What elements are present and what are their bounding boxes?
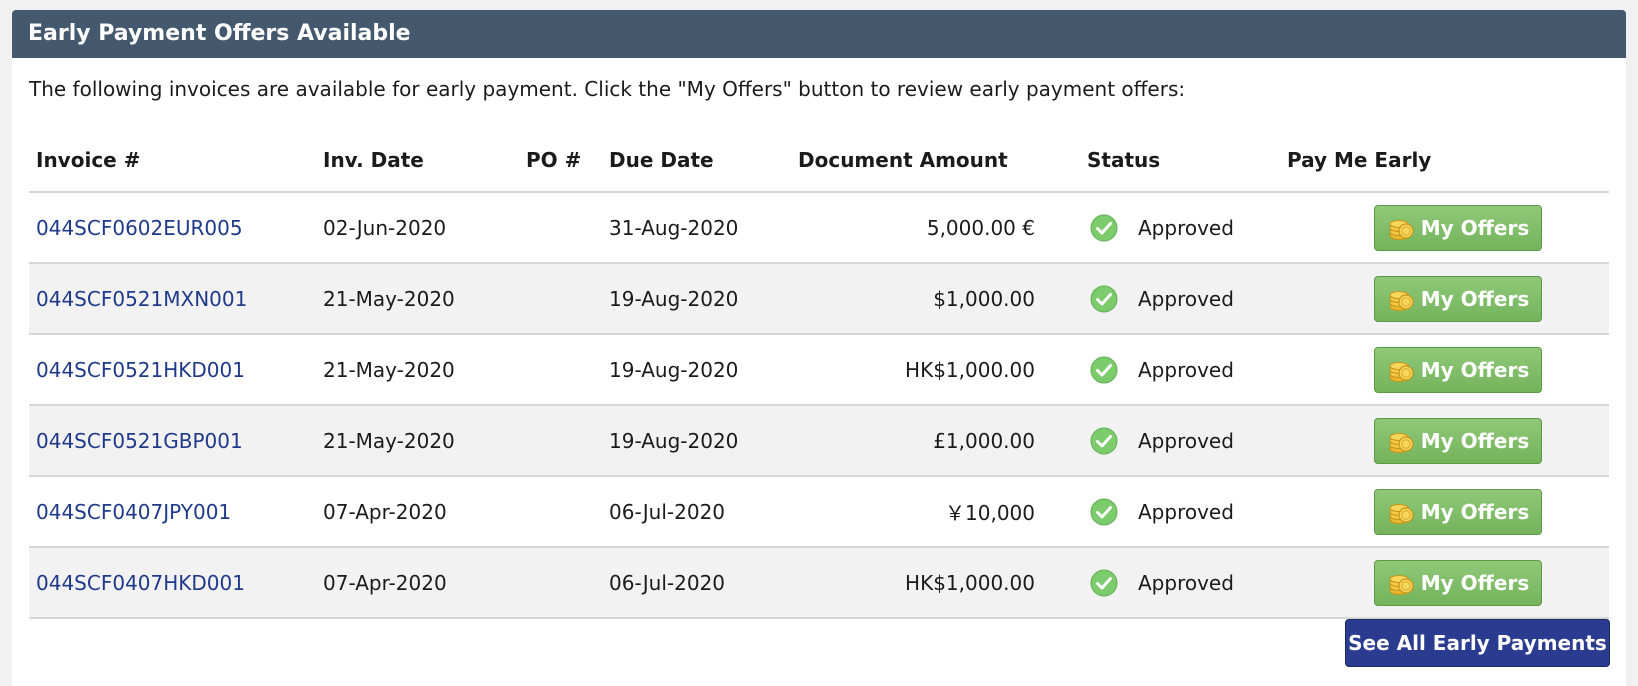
my-offers-label: My Offers	[1420, 428, 1530, 453]
po-cell	[526, 547, 609, 619]
invoice-link[interactable]: 044SCF0521GBP001	[36, 429, 243, 453]
col-header-due-date: Due Date	[609, 129, 798, 193]
see-all-early-payments-button[interactable]: See All Early Payments	[1345, 619, 1610, 667]
table-row: 044SCF0602EUR005 02-Jun-2020 31-Aug-2020…	[29, 192, 1609, 264]
early-payment-panel: Early Payment Offers Available The follo…	[12, 10, 1626, 686]
table-row: 044SCF0521HKD001 21-May-2020 19-Aug-2020…	[29, 334, 1609, 406]
intro-text: The following invoices are available for…	[29, 77, 1186, 101]
table-row: 044SCF0407HKD001 07-Apr-2020 06-Jul-2020…	[29, 547, 1609, 619]
status-label: Approved	[1138, 428, 1234, 453]
check-circle-icon	[1090, 427, 1118, 454]
invoice-link[interactable]: 044SCF0407HKD001	[36, 571, 245, 595]
amount-cell: 5,000.00 €	[798, 192, 1087, 264]
amount-cell: ￥10,000	[798, 476, 1087, 548]
due-date-cell: 19-Aug-2020	[609, 263, 798, 335]
inv-date-cell: 21-May-2020	[323, 334, 526, 406]
due-date-cell: 31-Aug-2020	[609, 192, 798, 264]
col-header-pay-early: Pay Me Early	[1287, 129, 1609, 193]
check-circle-icon	[1090, 214, 1118, 241]
invoice-link[interactable]: 044SCF0521HKD001	[36, 358, 245, 382]
col-header-status: Status	[1087, 129, 1287, 193]
inv-date-cell: 21-May-2020	[323, 263, 526, 335]
my-offers-label: My Offers	[1420, 286, 1530, 311]
amount-cell: $1,000.00	[798, 263, 1087, 335]
due-date-cell: 19-Aug-2020	[609, 405, 798, 477]
col-header-invoice: Invoice #	[29, 129, 323, 193]
table-header-row: Invoice # Inv. Date PO # Due Date Docume…	[29, 129, 1609, 193]
status-label: Approved	[1138, 570, 1234, 595]
my-offers-button[interactable]: My Offers	[1374, 559, 1542, 606]
coins-icon	[1389, 503, 1414, 524]
coins-icon	[1389, 219, 1414, 240]
status-cell: Approved	[1087, 405, 1287, 477]
coins-icon	[1389, 432, 1414, 453]
status-label: Approved	[1138, 499, 1234, 524]
my-offers-button[interactable]: My Offers	[1374, 488, 1542, 535]
my-offers-button[interactable]: My Offers	[1374, 417, 1542, 464]
invoice-link[interactable]: 044SCF0407JPY001	[36, 500, 231, 524]
inv-date-cell: 02-Jun-2020	[323, 192, 526, 264]
my-offers-label: My Offers	[1420, 357, 1530, 382]
coins-icon	[1389, 290, 1414, 311]
po-cell	[526, 476, 609, 548]
my-offers-label: My Offers	[1420, 499, 1530, 524]
status-cell: Approved	[1087, 334, 1287, 406]
table-row: 044SCF0521MXN001 21-May-2020 19-Aug-2020…	[29, 263, 1609, 335]
check-circle-icon	[1090, 569, 1118, 596]
amount-cell: £1,000.00	[798, 405, 1087, 477]
inv-date-cell: 21-May-2020	[323, 405, 526, 477]
status-cell: Approved	[1087, 547, 1287, 619]
col-header-po: PO #	[526, 129, 609, 193]
coins-icon	[1389, 574, 1414, 595]
invoice-link[interactable]: 044SCF0521MXN001	[36, 287, 247, 311]
invoice-rows: 044SCF0602EUR005 02-Jun-2020 31-Aug-2020…	[29, 192, 1609, 619]
coins-icon	[1389, 361, 1414, 382]
invoice-table: Invoice # Inv. Date PO # Due Date Docume…	[29, 129, 1609, 619]
inv-date-cell: 07-Apr-2020	[323, 476, 526, 548]
po-cell	[526, 405, 609, 477]
check-circle-icon	[1090, 285, 1118, 312]
due-date-cell: 19-Aug-2020	[609, 334, 798, 406]
panel-title: Early Payment Offers Available	[12, 10, 1626, 58]
my-offers-button[interactable]: My Offers	[1374, 275, 1542, 322]
invoice-link[interactable]: 044SCF0602EUR005	[36, 216, 243, 240]
col-header-amount: Document Amount	[798, 129, 1087, 193]
check-circle-icon	[1090, 356, 1118, 383]
po-cell	[526, 263, 609, 335]
check-circle-icon	[1090, 498, 1118, 525]
status-label: Approved	[1138, 215, 1234, 240]
status-cell: Approved	[1087, 192, 1287, 264]
status-cell: Approved	[1087, 476, 1287, 548]
amount-cell: HK$1,000.00	[798, 547, 1087, 619]
table-row: 044SCF0521GBP001 21-May-2020 19-Aug-2020…	[29, 405, 1609, 477]
po-cell	[526, 192, 609, 264]
status-label: Approved	[1138, 357, 1234, 382]
table-row: 044SCF0407JPY001 07-Apr-2020 06-Jul-2020…	[29, 476, 1609, 548]
my-offers-label: My Offers	[1420, 215, 1530, 240]
col-header-inv-date: Inv. Date	[323, 129, 526, 193]
my-offers-button[interactable]: My Offers	[1374, 204, 1542, 251]
status-cell: Approved	[1087, 263, 1287, 335]
status-label: Approved	[1138, 286, 1234, 311]
my-offers-label: My Offers	[1420, 570, 1530, 595]
due-date-cell: 06-Jul-2020	[609, 547, 798, 619]
due-date-cell: 06-Jul-2020	[609, 476, 798, 548]
inv-date-cell: 07-Apr-2020	[323, 547, 526, 619]
amount-cell: HK$1,000.00	[798, 334, 1087, 406]
my-offers-button[interactable]: My Offers	[1374, 346, 1542, 393]
po-cell	[526, 334, 609, 406]
